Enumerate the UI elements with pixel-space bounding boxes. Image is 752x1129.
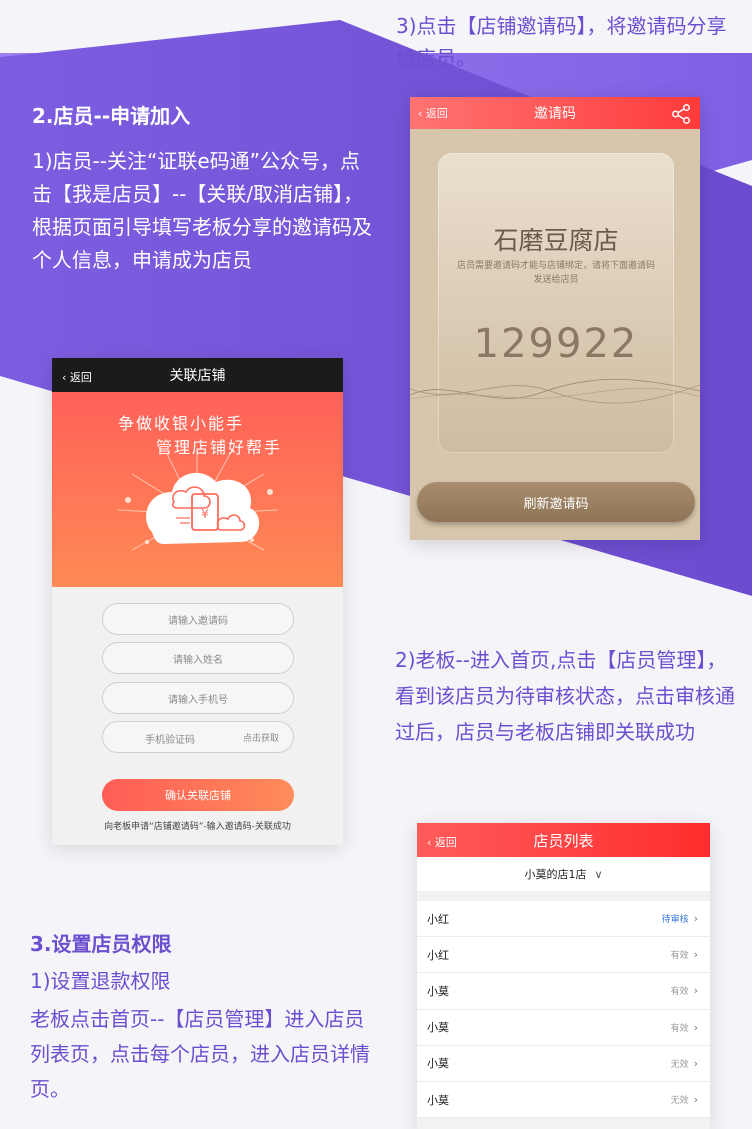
confirm-link-store-button[interactable]: 确认关联店铺 xyxy=(102,779,294,811)
status-badge: 有效 › xyxy=(670,1020,698,1034)
status-badge: 有效 › xyxy=(670,948,698,962)
back-button[interactable]: ‹ 返回 xyxy=(418,105,448,121)
phone-input[interactable]: 请输入手机号 xyxy=(102,682,294,714)
staff-list: 小红 待审核 › 小红 有效 › 小莫 有效 › 小莫 有效 › 小莫 无效 › 小莫 无… xyxy=(417,901,710,1119)
section3-1-text: 老板点击首页--【店员管理】进入店员列表页，点击每个店员，进入店员详情页。 xyxy=(30,1007,370,1101)
slogan-line-1: 争做收银小能手 xyxy=(118,414,245,433)
share-icon[interactable] xyxy=(670,103,692,125)
section3-1-title: 1)设置退款权限 xyxy=(30,969,171,993)
invite-code: 129922 xyxy=(473,321,639,367)
sms-code-input[interactable]: 手机验证码 点击获取 xyxy=(102,721,294,753)
staff-title: 店员列表 xyxy=(533,831,594,850)
back-button[interactable]: ‹ 返回 xyxy=(62,369,92,385)
status-badge: 待审核 › xyxy=(661,912,698,926)
link-store-screen: ‹ 返回 关联店铺 ¥ 争做收银小能手 管理店铺好帮手 请输入邀请码 请输入姓名… xyxy=(52,358,343,845)
staff-row[interactable]: 小莫 无效 › xyxy=(417,1046,710,1082)
step3-owner-instruction: 3)点击【店铺邀请码】，将邀请码分享给店员。 xyxy=(396,14,727,70)
get-sms-code-button[interactable]: 点击获取 xyxy=(243,731,279,744)
invite-code-screen: ‹ 返回 邀请码 石磨豆腐店 店员需要邀请码才能与店铺绑定，请将下面邀请码发送给… xyxy=(410,97,700,540)
invite-hint: 店员需要邀请码才能与店铺绑定，请将下面邀请码发送给店员 xyxy=(456,261,655,285)
staff-row[interactable]: 小莫 有效 › xyxy=(417,1010,710,1046)
staff-header: ‹ 返回 店员列表 xyxy=(417,823,710,857)
chevron-right-icon: › xyxy=(693,1093,698,1107)
staff-list-screen: ‹ 返回 店员列表 小莫的店1店 ∨ 小红 待审核 › 小红 有效 › 小莫 有效 ›… xyxy=(417,823,710,1129)
back-button[interactable]: ‹ 返回 xyxy=(427,834,457,850)
chevron-right-icon: › xyxy=(693,948,698,962)
chevron-right-icon: › xyxy=(693,1056,698,1070)
staff-row[interactable]: 小莫 无效 › xyxy=(417,1082,710,1119)
store-filter-dropdown[interactable]: 小莫的店1店 ∨ xyxy=(417,857,710,891)
chevron-down-icon: ∨ xyxy=(594,867,603,881)
invite-code-input[interactable]: 请输入邀请码 xyxy=(102,603,294,635)
decorative-wave-lines xyxy=(410,378,700,404)
invite-title: 邀请码 xyxy=(534,106,576,122)
chevron-right-icon: › xyxy=(693,984,698,998)
staff-row[interactable]: 小红 有效 › xyxy=(417,937,710,974)
section3-title: 3.设置店员权限 xyxy=(30,932,172,956)
status-badge: 有效 › xyxy=(670,984,698,998)
staff-row[interactable]: 小红 待审核 › xyxy=(417,901,710,938)
link-flow-hint: 向老板申请“店铺邀请码”-输入邀请码-关联成功 xyxy=(104,822,291,832)
refresh-invite-code-button[interactable]: 刷新邀请码 xyxy=(417,482,695,522)
invite-header: ‹ 返回 邀请码 xyxy=(410,97,700,129)
chevron-right-icon: › xyxy=(693,1020,698,1034)
name-input[interactable]: 请输入姓名 xyxy=(102,642,294,674)
svg-text:¥: ¥ xyxy=(201,507,209,521)
shop-name: 石磨豆腐店 xyxy=(493,226,619,255)
step2-2-owner-text: 2)老板--进入首页,点击【店员管理】，看到该店员为待审核状态，点击审核通过后，… xyxy=(395,648,735,744)
slogan-line-2: 管理店铺好帮手 xyxy=(156,438,283,457)
section2-title: 2.店员--申请加入 xyxy=(32,104,191,128)
link-title: 关联店铺 xyxy=(169,368,226,384)
staff-row[interactable]: 小莫 有效 › xyxy=(417,973,710,1010)
link-header: ‹ 返回 关联店铺 xyxy=(52,358,343,392)
step2-1-staff-text: 1)店员--关注“证联e码通”公众号，点击【我是店员】--【关联/取消店铺】，根… xyxy=(32,149,372,272)
status-badge: 无效 › xyxy=(670,1093,698,1107)
status-badge: 无效 › xyxy=(670,1056,698,1070)
promo-banner: ¥ 争做收银小能手 管理店铺好帮手 xyxy=(52,392,343,587)
chevron-right-icon: › xyxy=(693,912,698,926)
